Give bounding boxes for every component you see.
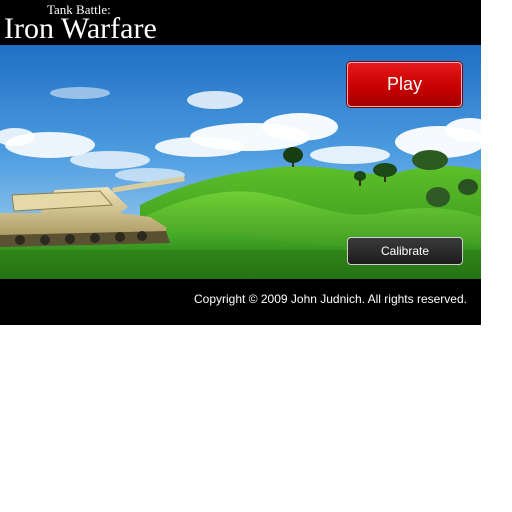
game-window: Tank Battle: Iron Warfare Play Calibrate… [0, 0, 481, 325]
play-button[interactable]: Play [347, 62, 462, 107]
footer-bar: Copyright © 2009 John Judnich. All right… [0, 279, 481, 325]
game-title: Iron Warfare [4, 12, 157, 45]
calibrate-button[interactable]: Calibrate [347, 237, 463, 265]
copyright-text: Copyright © 2009 John Judnich. All right… [194, 292, 467, 306]
title-bar: Tank Battle: Iron Warfare [0, 0, 481, 45]
